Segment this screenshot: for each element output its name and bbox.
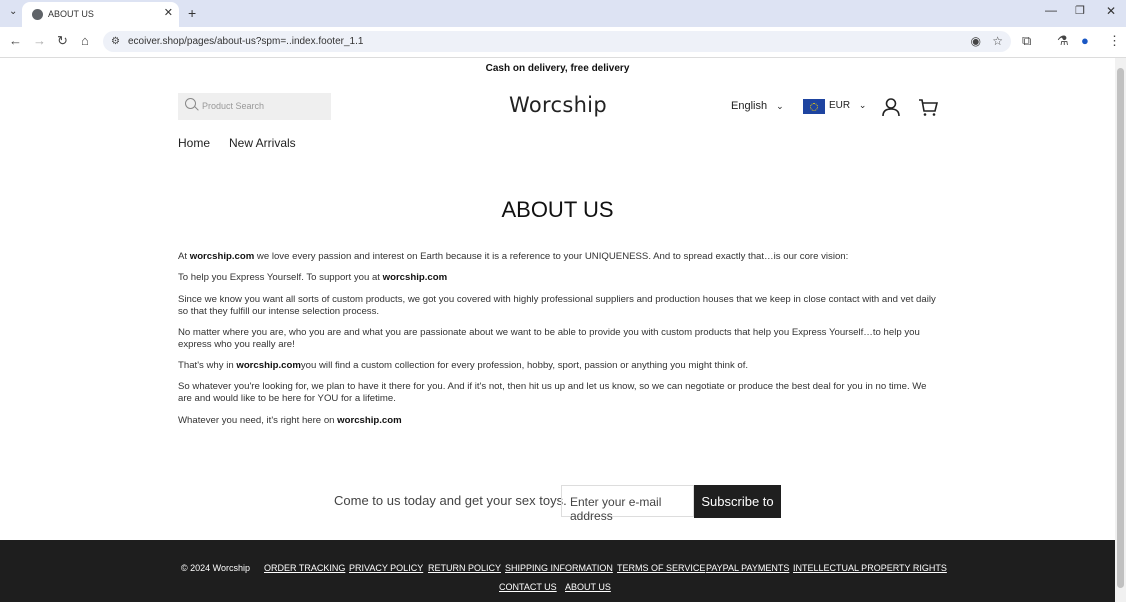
close-tab-icon[interactable]: ✕ (164, 6, 173, 19)
address-row: ⚙ ecoiver.shop/pages/about-us?spm=..inde… (0, 27, 1126, 58)
site-info-icon[interactable]: ⚙ (111, 36, 120, 47)
footer-link-paypal-payments[interactable]: PAYPAL PAYMENTS (706, 563, 789, 573)
home-icon[interactable]: ⌂ (81, 33, 89, 48)
profile-icon[interactable]: ● (1081, 33, 1089, 48)
restore-icon[interactable]: ❐ (1075, 4, 1085, 17)
footer-link-intellectual-property-rights[interactable]: INTELLECTUAL PROPERTY RIGHTS (793, 563, 947, 573)
about-paragraph: No matter where you are, who you are and… (178, 327, 920, 350)
about-paragraph: Since we know you want all sorts of cust… (178, 294, 936, 317)
footer: © 2024 Worcship ORDER TRACKING PRIVACY P… (0, 540, 1115, 602)
footer-link-terms-of-service[interactable]: TERMS OF SERVICE (617, 563, 705, 573)
announcement-bar: Cash on delivery, free delivery (485, 63, 630, 74)
nav-home[interactable]: Home (178, 136, 210, 150)
browser-tab[interactable]: ABOUT US ✕ (22, 2, 179, 27)
extensions-icon[interactable]: ⧉ (1022, 33, 1031, 49)
footer-link-privacy-policy[interactable]: PRIVACY POLICY (349, 563, 423, 573)
copyright: © 2024 Worcship (181, 563, 250, 573)
back-icon[interactable]: ← (9, 33, 22, 48)
eu-flag-icon[interactable] (803, 99, 825, 114)
scrollbar-thumb[interactable] (1117, 68, 1124, 588)
about-paragraph: To help you Express Yourself. To support… (178, 272, 448, 283)
cart-icon[interactable] (918, 97, 938, 117)
about-paragraph: Whatever you need, it's right here on wo… (178, 415, 402, 426)
footer-link-about-us[interactable]: ABOUT US (565, 582, 611, 592)
page-title: ABOUT US (501, 197, 614, 222)
currency-label: EUR (829, 100, 851, 111)
about-paragraph: That's why in worcship.comyou will find … (178, 360, 749, 371)
forward-icon[interactable]: → (33, 33, 46, 48)
footer-link-contact-us[interactable]: CONTACT US (499, 582, 557, 592)
menu-icon[interactable]: ⋮ (1108, 33, 1121, 49)
footer-link-shipping-information[interactable]: SHIPPING INFORMATION (505, 563, 613, 573)
tab-search-chevron-icon[interactable]: ⌄ (9, 6, 17, 17)
account-icon[interactable] (881, 97, 901, 117)
language-selector[interactable]: English ⌄ (731, 100, 784, 112)
language-label: English (731, 100, 768, 112)
search-placeholder: Product Search (202, 101, 265, 111)
currency-selector[interactable]: EUR ⌄ (829, 100, 866, 111)
close-window-icon[interactable]: ✕ (1106, 4, 1116, 18)
reload-icon[interactable]: ↻ (57, 33, 68, 49)
eye-off-icon[interactable]: ◉ (971, 34, 981, 48)
footer-link-return-policy[interactable]: RETURN POLICY (428, 563, 501, 573)
address-bar[interactable]: ⚙ ecoiver.shop/pages/about-us?spm=..inde… (103, 31, 1011, 52)
minimize-icon[interactable]: — (1045, 3, 1057, 17)
new-tab-button[interactable]: + (188, 5, 196, 21)
about-paragraph: At worcship.com we love every passion an… (178, 251, 849, 262)
labs-icon[interactable]: ⚗ (1057, 33, 1069, 49)
footer-link-order-tracking[interactable]: ORDER TRACKING (264, 563, 345, 573)
tab-title: ABOUT US (48, 9, 94, 19)
globe-icon (32, 9, 43, 20)
browser-tab-bar: ⌄ ABOUT US ✕ + — ❐ ✕ (0, 0, 1126, 27)
store-logo[interactable]: Worcship (497, 93, 619, 117)
nav-new-arrivals[interactable]: New Arrivals (229, 136, 296, 150)
url-text: ecoiver.shop/pages/about-us?spm=..index.… (128, 36, 364, 47)
subscribe-prompt: Come to us today and get your sex toys. (334, 493, 567, 508)
chevron-down-icon: ⌄ (858, 100, 867, 110)
email-field[interactable]: Enter your e-mail address (561, 485, 694, 523)
chevron-down-icon: ⌄ (776, 101, 784, 111)
subscribe-button[interactable]: Subscribe to (694, 485, 781, 518)
search-input[interactable]: Product Search (178, 93, 331, 120)
page-scrollbar[interactable] (1115, 58, 1126, 602)
email-placeholder: Enter your e-mail address (570, 495, 662, 523)
bookmark-star-icon[interactable]: ☆ (992, 34, 1003, 48)
search-icon (185, 98, 196, 109)
about-paragraph: So whatever you're looking for, we plan … (178, 381, 927, 404)
